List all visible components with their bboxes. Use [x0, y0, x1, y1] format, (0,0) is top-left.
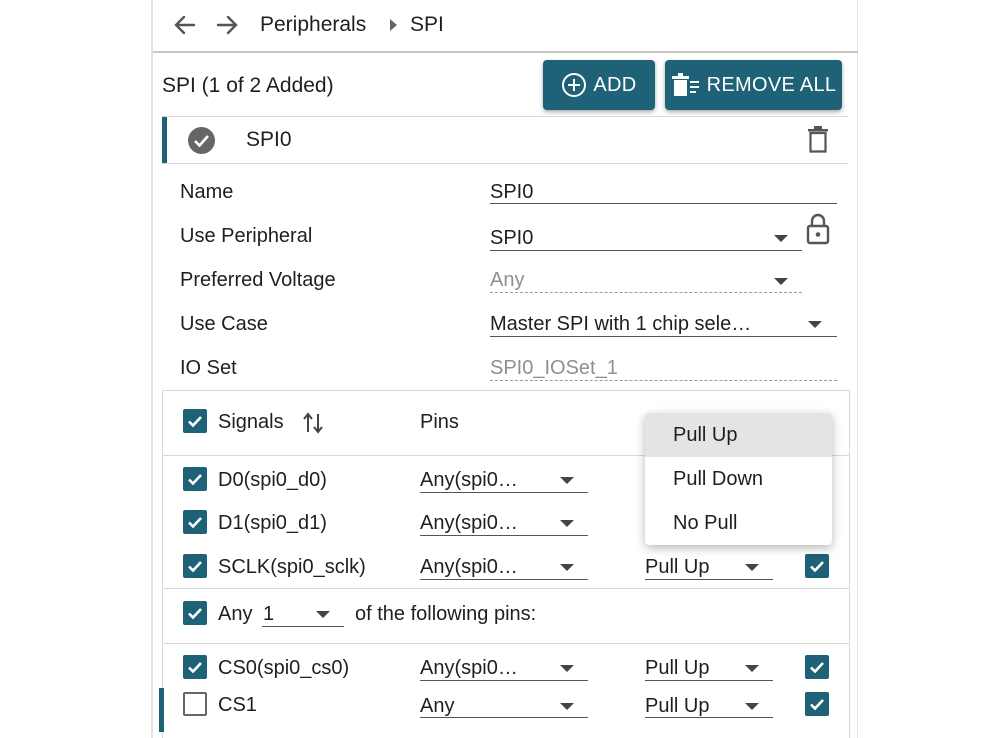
- menu-item-no-pull[interactable]: No Pull: [645, 501, 832, 545]
- cs0-signal-name: CS0(spi0_cs0): [218, 657, 350, 679]
- use-case-underline: [490, 336, 837, 337]
- add-button[interactable]: ADD: [543, 60, 655, 110]
- sclk-pull-select[interactable]: Pull Up: [645, 556, 709, 579]
- delete-icon[interactable]: [807, 126, 829, 158]
- menu-item-pull-up[interactable]: Pull Up: [645, 413, 832, 457]
- cs0-pin-underline: [420, 680, 588, 681]
- use-peripheral-label: Use Peripheral: [180, 225, 313, 247]
- io-set-label: IO Set: [180, 357, 237, 379]
- page-title: SPI (1 of 2 Added): [162, 74, 334, 97]
- sclk-enable-checkbox[interactable]: [805, 554, 829, 578]
- breadcrumb-divider: [153, 51, 858, 53]
- use-case-label: Use Case: [180, 313, 268, 335]
- check-circle-icon: [187, 126, 216, 160]
- add-button-label: ADD: [593, 73, 637, 96]
- d0-pin-select[interactable]: Any(spi0…: [420, 469, 518, 492]
- use-case-select[interactable]: Master SPI with 1 chip sele…: [490, 313, 751, 336]
- d1-checkbox[interactable]: [183, 510, 207, 534]
- name-input-underline: [490, 203, 837, 204]
- d0-signal-name: D0(spi0_d0): [218, 469, 327, 491]
- any-count-select[interactable]: 1: [263, 603, 274, 626]
- sclk-checkbox[interactable]: [183, 554, 207, 578]
- menu-item-pull-down[interactable]: Pull Down: [645, 457, 832, 501]
- cs0-enable-checkbox[interactable]: [805, 655, 829, 679]
- cs0-pin-chevron-down-icon: [560, 665, 574, 672]
- d1-pin-chevron-down-icon: [560, 520, 574, 527]
- cs1-checkbox[interactable]: [183, 692, 207, 716]
- use-peripheral-underline: [490, 250, 802, 251]
- preferred-voltage-chevron-down-icon: [774, 278, 788, 285]
- any-group-suffix: of the following pins:: [355, 603, 537, 625]
- d0-pin-chevron-down-icon: [560, 477, 574, 484]
- breadcrumb-peripherals[interactable]: Peripherals: [260, 13, 366, 37]
- cs1-signal-name: CS1: [218, 694, 257, 716]
- delete-list-icon: [671, 73, 699, 96]
- cs0-pin-select[interactable]: Any(spi0…: [420, 657, 518, 680]
- d1-pin-underline: [420, 535, 588, 536]
- back-arrow-icon[interactable]: [172, 12, 198, 42]
- name-label: Name: [180, 181, 234, 203]
- use-peripheral-select[interactable]: SPI0: [490, 227, 533, 250]
- instance-accent-bar: [162, 117, 167, 163]
- cs1-pin-chevron-down-icon: [560, 703, 574, 710]
- sclk-pin-chevron-down-icon: [560, 564, 574, 571]
- cs1-pin-select[interactable]: Any: [420, 695, 454, 718]
- use-case-chevron-down-icon: [808, 321, 822, 328]
- sclk-signal-name: SCLK(spi0_sclk): [218, 556, 366, 578]
- any-count-chevron-down-icon: [316, 611, 330, 618]
- lock-icon[interactable]: [806, 213, 830, 250]
- sclk-pull-underline: [645, 579, 773, 580]
- pull-dropdown-menu: Pull Up Pull Down No Pull: [645, 413, 832, 545]
- any-group-checkbox[interactable]: [183, 601, 207, 625]
- any-group-top-divider: [162, 588, 850, 589]
- cs0-pull-select[interactable]: Pull Up: [645, 657, 709, 680]
- breadcrumb-current: SPI: [410, 13, 444, 36]
- forward-arrow-icon[interactable]: [214, 12, 240, 42]
- cs1-accent-bar: [159, 688, 164, 732]
- cs0-pull-chevron-down-icon: [745, 665, 759, 672]
- remove-all-button[interactable]: REMOVE ALL: [665, 60, 842, 110]
- d1-pin-select[interactable]: Any(spi0…: [420, 512, 518, 535]
- use-peripheral-chevron-down-icon: [774, 235, 788, 242]
- cs1-pull-chevron-down-icon: [745, 703, 759, 710]
- instance-top-divider: [162, 116, 848, 117]
- preferred-voltage-underline: [490, 292, 802, 293]
- io-set-underline: [490, 380, 837, 381]
- preferred-voltage-select[interactable]: Any: [490, 269, 524, 292]
- d0-checkbox[interactable]: [183, 467, 207, 491]
- sort-icon[interactable]: [302, 410, 324, 441]
- cs1-pull-select[interactable]: Pull Up: [645, 695, 709, 718]
- name-input[interactable]: SPI0: [490, 181, 533, 204]
- select-all-checkbox[interactable]: [183, 409, 207, 433]
- any-count-underline: [262, 626, 344, 627]
- sclk-pull-chevron-down-icon: [745, 564, 759, 571]
- cs0-checkbox[interactable]: [183, 655, 207, 679]
- instance-name: SPI0: [246, 128, 292, 151]
- cs-group-top-divider: [162, 643, 850, 644]
- add-circle-icon: [562, 73, 587, 97]
- breadcrumb-separator-icon: [390, 19, 397, 31]
- remove-all-label: REMOVE ALL: [706, 73, 837, 96]
- any-group-label: Any: [218, 603, 253, 625]
- signals-column-header: Signals: [218, 411, 284, 433]
- preferred-voltage-label: Preferred Voltage: [180, 269, 336, 291]
- cs1-pull-underline: [645, 717, 773, 718]
- instance-bottom-divider: [162, 163, 848, 164]
- sclk-pin-underline: [420, 579, 588, 580]
- d0-pin-underline: [420, 492, 588, 493]
- cs1-enable-checkbox[interactable]: [805, 692, 829, 716]
- cs1-pin-underline: [420, 717, 588, 718]
- d1-signal-name: D1(spi0_d1): [218, 512, 327, 534]
- io-set-value: SPI0_IOSet_1: [490, 357, 618, 379]
- sclk-pin-select[interactable]: Any(spi0…: [420, 556, 518, 579]
- pins-column-header: Pins: [420, 411, 459, 433]
- cs0-pull-underline: [645, 680, 773, 681]
